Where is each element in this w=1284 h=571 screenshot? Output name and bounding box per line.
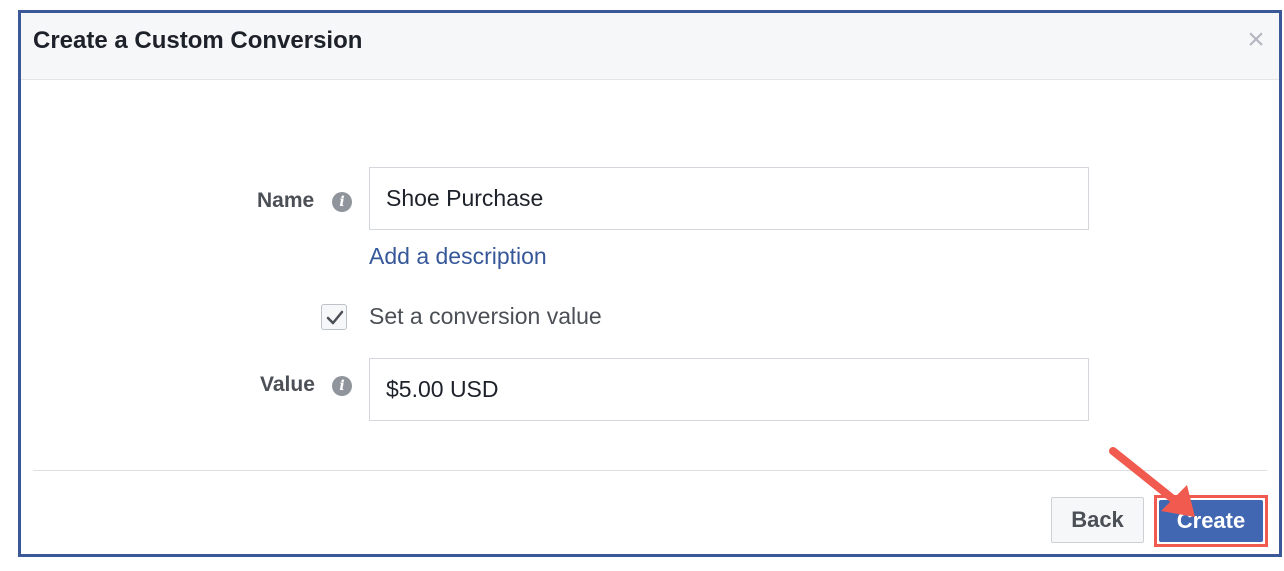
value-label: Value [260,373,315,396]
value-input[interactable] [369,358,1089,421]
name-label: Name [257,189,315,212]
close-icon[interactable]: × [1243,25,1269,55]
info-icon[interactable]: i [332,192,352,212]
back-button[interactable]: Back [1051,497,1144,543]
conversion-value-checkbox-label: Set a conversion value [369,303,602,329]
name-input[interactable] [369,167,1089,230]
check-icon [326,310,344,325]
dialog-header: Create a Custom Conversion × [21,13,1279,80]
custom-conversion-dialog: Create a Custom Conversion × Name i Add … [18,10,1282,557]
info-icon[interactable]: i [332,376,352,396]
footer-divider [33,470,1267,471]
conversion-value-checkbox[interactable] [321,304,347,330]
create-button[interactable]: Create [1159,500,1263,542]
add-description-link[interactable]: Add a description [369,243,547,270]
dialog-title: Create a Custom Conversion [33,27,363,54]
